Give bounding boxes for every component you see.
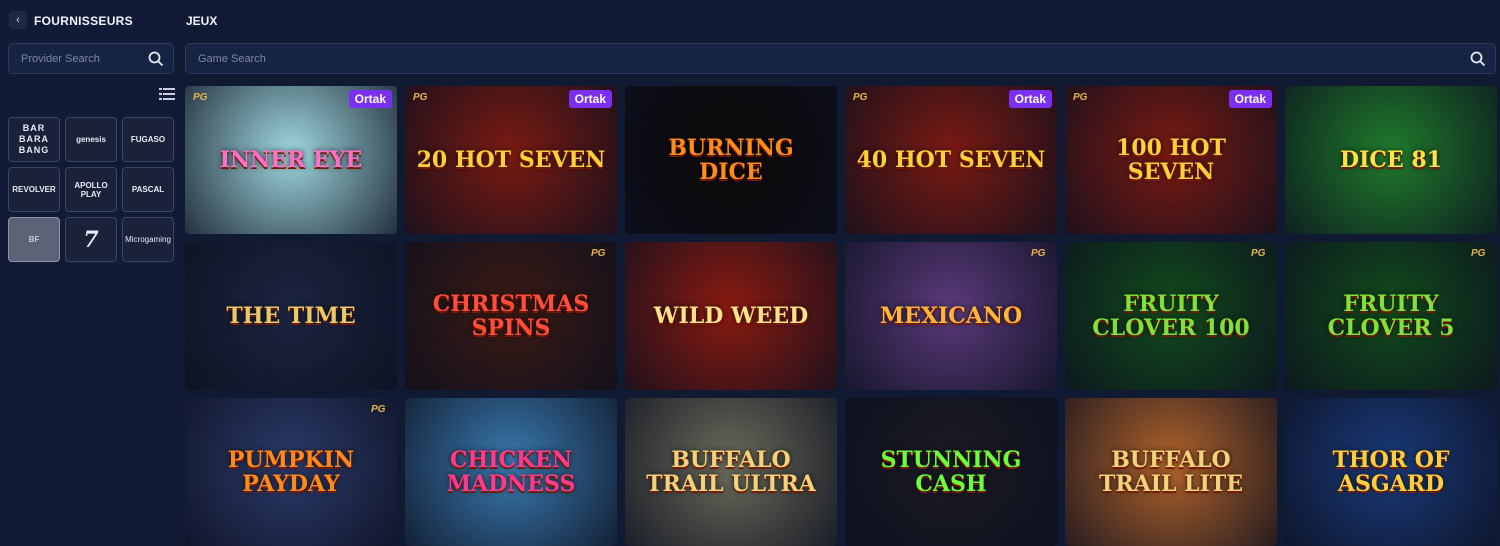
game-tile[interactable]: 40 HOT SEVEN Ortak PG <box>845 86 1057 234</box>
back-button[interactable]: ‹ <box>9 11 27 29</box>
provider-logo[interactable]: Microgaming <box>122 217 174 262</box>
game-tile[interactable]: FRUITY CLOVER 100 PG <box>1065 242 1277 390</box>
game-title: STUNNING CASH <box>880 447 1022 497</box>
pg-logo-icon: PG <box>1073 92 1088 103</box>
pg-logo-icon: PG <box>591 248 606 259</box>
games-grid: INNER EYE Ortak PG 20 HOT SEVEN Ortak PG BURNI… <box>185 86 1497 546</box>
game-title: CHRISTMAS SPINS <box>432 291 590 341</box>
game-title: THOR OF ASGARD <box>1332 447 1450 497</box>
provider-label: genesis <box>76 135 106 144</box>
game-tile[interactable]: BURNING DICE <box>625 86 837 234</box>
game-tile[interactable]: DICE 81 <box>1285 86 1497 234</box>
provider-label: BAR BARA BANG <box>18 123 50 155</box>
game-title: FRUITY CLOVER 100 <box>1092 291 1250 341</box>
provider-logo[interactable]: REVOLVER <box>8 167 60 212</box>
provider-label: APOLLO PLAY <box>74 180 108 199</box>
provider-logo[interactable]: PASCAL <box>122 167 174 212</box>
page-title: JEUX <box>186 14 218 28</box>
game-title: 20 HOT SEVEN <box>416 147 606 173</box>
game-tile[interactable]: BUFFALO TRAIL ULTRA <box>625 398 837 546</box>
pg-logo-icon: PG <box>371 404 386 415</box>
provider-search-box <box>8 43 174 74</box>
provider-logo[interactable]: BF <box>8 217 60 262</box>
game-title: PUMPKIN PAYDAY <box>227 447 355 497</box>
ortak-badge: Ortak <box>348 90 392 108</box>
list-view-icon[interactable] <box>159 88 175 100</box>
game-title: DICE 81 <box>1340 147 1442 173</box>
provider-logo[interactable]: 7 <box>65 217 117 262</box>
sidebar-title: FOURNISSEURS <box>34 14 133 28</box>
pg-logo-icon: PG <box>1031 248 1046 259</box>
game-title: INNER EYE <box>219 147 363 173</box>
provider-label: FUGASO <box>130 135 166 144</box>
provider-logo[interactable]: FUGASO <box>122 117 174 162</box>
provider-logo[interactable]: genesis <box>65 117 117 162</box>
provider-label: BF <box>28 235 40 244</box>
game-tile[interactable]: CHICKEN MADNESS <box>405 398 617 546</box>
ortak-badge: Ortak <box>1228 90 1272 108</box>
search-icon[interactable] <box>1470 51 1486 67</box>
game-tile[interactable]: MEXICANO PG <box>845 242 1057 390</box>
game-search-box <box>185 43 1496 74</box>
game-tile[interactable]: 100 HOT SEVEN Ortak PG <box>1065 86 1277 234</box>
ortak-badge: Ortak <box>1008 90 1052 108</box>
game-title: BURNING DICE <box>668 135 794 185</box>
pg-logo-icon: PG <box>853 92 868 103</box>
provider-logo[interactable]: BAR BARA BANG <box>8 117 60 162</box>
provider-logo[interactable]: APOLLO PLAY <box>65 167 117 212</box>
game-title: CHICKEN MADNESS <box>446 447 576 497</box>
game-tile[interactable]: CHRISTMAS SPINS PG <box>405 242 617 390</box>
game-title: 100 HOT SEVEN <box>1116 135 1226 185</box>
game-title: FRUITY CLOVER 5 <box>1327 291 1455 341</box>
ortak-badge: Ortak <box>568 90 612 108</box>
game-tile[interactable]: PUMPKIN PAYDAY PG <box>185 398 397 546</box>
game-tile[interactable]: 20 HOT SEVEN Ortak PG <box>405 86 617 234</box>
game-title: 40 HOT SEVEN <box>856 147 1046 173</box>
game-tile[interactable]: THE TIME <box>185 242 397 390</box>
providers-sidebar: ‹ FOURNISSEURS BAR BARA BANG genesis FUGAS… <box>0 0 180 535</box>
game-tile[interactable]: BUFFALO TRAIL LITE <box>1065 398 1277 546</box>
pg-logo-icon: PG <box>413 92 428 103</box>
pg-logo-icon: PG <box>193 92 208 103</box>
search-icon[interactable] <box>148 51 164 67</box>
provider-label: Microgaming <box>125 235 171 244</box>
provider-label: REVOLVER <box>12 185 56 194</box>
game-tile[interactable]: WILD WEED <box>625 242 837 390</box>
pg-logo-icon: PG <box>1471 248 1486 259</box>
game-search-input[interactable] <box>186 44 1495 73</box>
provider-label: 7 <box>83 226 99 253</box>
game-tile[interactable]: INNER EYE Ortak PG <box>185 86 397 234</box>
game-tile[interactable]: FRUITY CLOVER 5 PG <box>1285 242 1497 390</box>
provider-label: PASCAL <box>131 185 165 194</box>
pg-logo-icon: PG <box>1251 248 1266 259</box>
chevron-left-icon: ‹ <box>16 14 20 26</box>
provider-grid: BAR BARA BANG genesis FUGASO REVOLVER APOLLO… <box>8 117 176 262</box>
game-tile[interactable]: THOR OF ASGARD <box>1285 398 1497 546</box>
game-title: MEXICANO <box>879 303 1023 329</box>
game-title: WILD WEED <box>653 303 809 329</box>
game-tile[interactable]: STUNNING CASH <box>845 398 1057 546</box>
game-title: BUFFALO TRAIL LITE <box>1098 447 1244 497</box>
game-title: THE TIME <box>226 303 356 329</box>
game-title: BUFFALO TRAIL ULTRA <box>646 447 816 497</box>
